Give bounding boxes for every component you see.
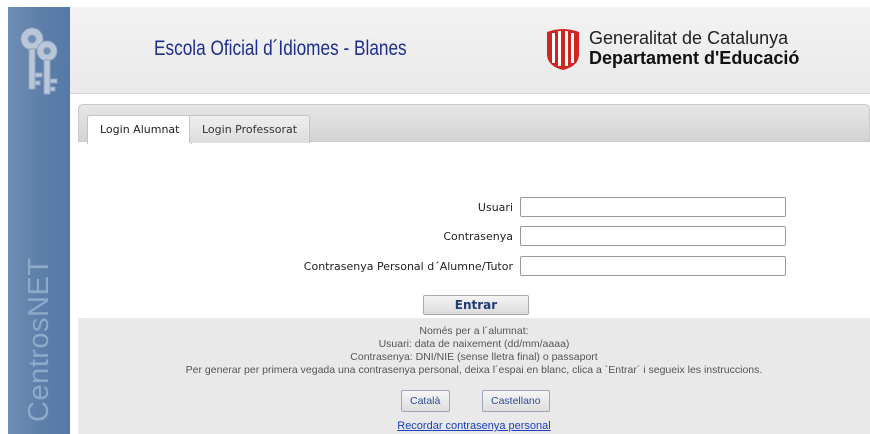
keys-icon <box>20 27 58 95</box>
info-user-format: Usuari: data de naixement (dd/mm/aaaa) <box>378 338 570 350</box>
recover-password-link[interactable]: Recordar contrasenya personal <box>78 420 870 432</box>
school-title: Escola Oficial d´Idiomes - Blanes <box>154 37 407 60</box>
user-row: Usuari <box>78 197 870 219</box>
generalitat-block: Generalitat de Catalunya Departament d'E… <box>545 26 835 76</box>
tab-login-alumnat[interactable]: Login Alumnat <box>87 115 193 144</box>
info-section: Només per a l´alumnat: Usuari: data de n… <box>78 318 870 434</box>
tab-bar: Login Alumnat Login Professorat <box>78 104 870 144</box>
page-header: Escola Oficial d´Idiomes - Blanes Genera… <box>70 7 870 94</box>
info-personal-instructions: Per generar per primera vegada una contr… <box>185 364 763 376</box>
enter-button[interactable]: Entrar <box>423 295 529 315</box>
centrosnet-brand: CentrosNET <box>23 257 55 422</box>
user-input[interactable] <box>520 197 786 217</box>
personal-password-input[interactable] <box>520 256 786 276</box>
department-name: Departament d'Educació <box>589 48 800 68</box>
castellano-button[interactable]: Castellano <box>482 390 550 412</box>
generalitat-logo-icon <box>547 29 579 70</box>
personal-password-row: Contrasenya Personal d´Alumne/Tutor <box>78 256 870 278</box>
side-banner: CentrosNET <box>8 7 70 434</box>
info-password-format: Contrasenya: DNI/NIE (sense lletra final… <box>350 351 598 363</box>
tab-login-professorat[interactable]: Login Professorat <box>189 115 311 143</box>
login-panel: Login Alumnat Login Professorat Usuari C… <box>78 104 870 318</box>
info-students-only: Només per a l´alumnat: <box>419 325 529 337</box>
password-label: Contrasenya <box>443 230 513 243</box>
password-input[interactable] <box>520 226 786 246</box>
user-label: Usuari <box>477 201 513 214</box>
personal-password-label: Contrasenya Personal d´Alumne/Tutor <box>303 260 513 273</box>
catala-button[interactable]: Català <box>401 390 450 412</box>
password-row: Contrasenya <box>78 226 870 248</box>
generalitat-name: Generalitat de Catalunya <box>589 28 789 48</box>
